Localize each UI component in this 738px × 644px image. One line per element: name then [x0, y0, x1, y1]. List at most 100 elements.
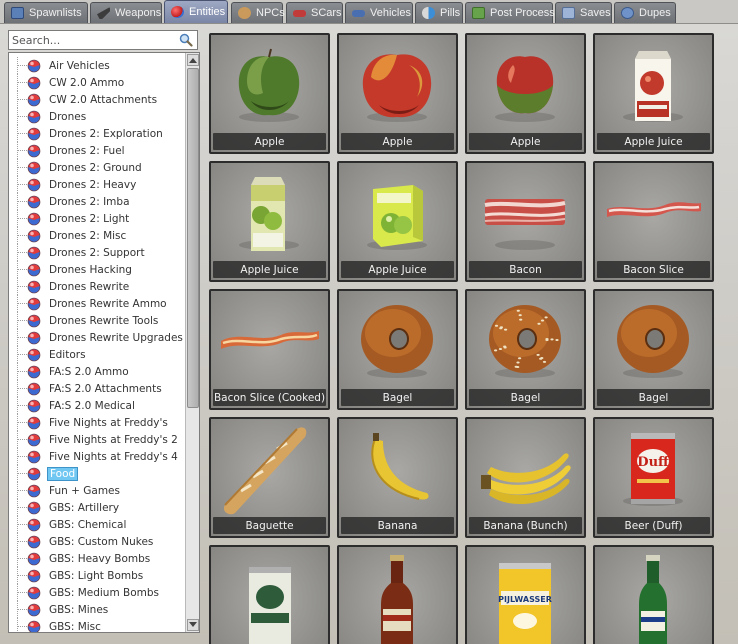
- entity-item[interactable]: Duff Beer (Duff): [593, 417, 714, 538]
- scroll-up-button[interactable]: [187, 54, 199, 66]
- tab-scars[interactable]: SCars: [286, 2, 343, 23]
- tree-scrollbar[interactable]: [185, 53, 199, 632]
- tab-label: Vehicles: [370, 7, 411, 19]
- category-item[interactable]: CW 2.0 Attachments: [9, 91, 185, 108]
- beer-bottle-icon: [339, 547, 456, 644]
- entity-item-label: Beer (Duff): [597, 517, 710, 534]
- category-label: Drones Rewrite Upgrades: [49, 331, 183, 344]
- category-label: Editors: [49, 348, 86, 361]
- category-item[interactable]: Drones 2: Support: [9, 244, 185, 261]
- category-item[interactable]: Drones 2: Exploration: [9, 125, 185, 142]
- category-item[interactable]: Food: [9, 465, 185, 482]
- red-apple-icon: [339, 35, 456, 133]
- category-item[interactable]: Drones: [9, 108, 185, 125]
- search-input[interactable]: [12, 32, 178, 48]
- tab-spawnlists[interactable]: Spawnlists: [4, 2, 88, 23]
- entity-item-label: Bagel: [469, 389, 582, 406]
- category-item[interactable]: Five Nights at Freddy's 2: [9, 431, 185, 448]
- category-item[interactable]: CW 2.0 Ammo: [9, 74, 185, 91]
- category-item[interactable]: GBS: Mines: [9, 601, 185, 618]
- entity-category-icon: [27, 331, 41, 345]
- spawnlist-icon: [11, 7, 24, 19]
- entity-item[interactable]: [337, 545, 458, 644]
- tab-dupes[interactable]: Dupes: [614, 2, 676, 23]
- entity-item-label: Bagel: [341, 389, 454, 406]
- entity-item[interactable]: Apple Juice: [209, 161, 330, 282]
- category-item[interactable]: Drones 2: Light: [9, 210, 185, 227]
- category-label: GBS: Chemical: [49, 518, 127, 531]
- category-item[interactable]: GBS: Misc: [9, 618, 185, 633]
- entity-category-icon: [27, 76, 41, 90]
- tab-saves[interactable]: Saves: [555, 2, 612, 23]
- entity-category-icon: [27, 484, 41, 498]
- tab-npcs[interactable]: NPCs: [231, 2, 285, 23]
- entity-item[interactable]: Banana: [337, 417, 458, 538]
- category-item[interactable]: Drones Hacking: [9, 261, 185, 278]
- entity-item[interactable]: [593, 545, 714, 644]
- entity-category-icon: [27, 467, 41, 481]
- category-item[interactable]: GBS: Custom Nukes: [9, 533, 185, 550]
- category-item[interactable]: FA:S 2.0 Medical: [9, 397, 185, 414]
- entity-item[interactable]: Bagel: [593, 289, 714, 410]
- svg-text:PIJLWASSER: PIJLWASSER: [498, 595, 552, 604]
- category-item[interactable]: Drones Rewrite Tools: [9, 312, 185, 329]
- entity-item[interactable]: Bagel: [337, 289, 458, 410]
- category-item[interactable]: Fun + Games: [9, 482, 185, 499]
- tab-entities[interactable]: Entities: [164, 0, 228, 23]
- post-process-icon: [472, 7, 485, 19]
- category-item[interactable]: Drones Rewrite: [9, 278, 185, 295]
- entity-item[interactable]: Apple: [337, 33, 458, 154]
- category-label: Drones: [49, 110, 87, 123]
- category-item[interactable]: Drones 2: Misc: [9, 227, 185, 244]
- category-item[interactable]: Air Vehicles: [9, 57, 185, 74]
- entity-item[interactable]: [209, 545, 330, 644]
- search-box: [8, 30, 198, 50]
- category-item[interactable]: Drones 2: Heavy: [9, 176, 185, 193]
- category-item[interactable]: GBS: Medium Bombs: [9, 584, 185, 601]
- category-label: Drones Rewrite Tools: [49, 314, 159, 327]
- category-item[interactable]: GBS: Chemical: [9, 516, 185, 533]
- category-item[interactable]: Five Nights at Freddy's 4: [9, 448, 185, 465]
- category-item[interactable]: Editors: [9, 346, 185, 363]
- category-item[interactable]: Drones Rewrite Ammo: [9, 295, 185, 312]
- category-label: GBS: Misc: [49, 620, 101, 633]
- entity-item[interactable]: Bacon: [465, 161, 586, 282]
- scroll-down-button[interactable]: [187, 619, 199, 631]
- category-item[interactable]: GBS: Artillery: [9, 499, 185, 516]
- category-label: GBS: Artillery: [49, 501, 120, 514]
- entity-item[interactable]: Baguette: [209, 417, 330, 538]
- category-item[interactable]: Drones 2: Imba: [9, 193, 185, 210]
- tab-weapons[interactable]: Weapons: [90, 2, 162, 23]
- entity-item[interactable]: PIJLWASSER: [465, 545, 586, 644]
- entity-item[interactable]: Bacon Slice (Cooked): [209, 289, 330, 410]
- bagel-icon: [339, 291, 456, 389]
- entity-category-icon: [27, 229, 41, 243]
- tab-pills[interactable]: Pills: [415, 2, 463, 23]
- entity-item[interactable]: Apple Juice: [337, 161, 458, 282]
- category-item[interactable]: Drones 2: Ground: [9, 159, 185, 176]
- cooked-bacon-icon: [211, 291, 328, 389]
- search-icon[interactable]: [179, 33, 193, 50]
- entity-item-label: Bacon Slice: [597, 261, 710, 278]
- category-item[interactable]: FA:S 2.0 Ammo: [9, 363, 185, 380]
- category-item[interactable]: FA:S 2.0 Attachments: [9, 380, 185, 397]
- duff-can-icon: Duff: [595, 419, 712, 517]
- entity-item[interactable]: Banana (Bunch): [465, 417, 586, 538]
- entity-item[interactable]: Bacon Slice: [593, 161, 714, 282]
- tab-vehicles[interactable]: Vehicles: [345, 2, 413, 23]
- entity-grid: Apple Apple Apple Apple Juice Apple Juice App…: [209, 33, 729, 644]
- scroll-thumb[interactable]: [187, 68, 199, 408]
- entity-item[interactable]: Bagel: [465, 289, 586, 410]
- banana-icon: [339, 419, 456, 517]
- tab-post-process[interactable]: Post Process: [465, 2, 555, 23]
- entity-item[interactable]: Apple: [209, 33, 330, 154]
- category-item[interactable]: Drones Rewrite Upgrades: [9, 329, 185, 346]
- category-item[interactable]: GBS: Light Bombs: [9, 567, 185, 584]
- entity-item[interactable]: Apple: [465, 33, 586, 154]
- category-item[interactable]: GBS: Heavy Bombs: [9, 550, 185, 567]
- entity-item[interactable]: Apple Juice: [593, 33, 714, 154]
- tab-label: Saves: [580, 7, 611, 19]
- juice-box-icon: [339, 163, 456, 261]
- category-item[interactable]: Five Nights at Freddy's: [9, 414, 185, 431]
- category-item[interactable]: Drones 2: Fuel: [9, 142, 185, 159]
